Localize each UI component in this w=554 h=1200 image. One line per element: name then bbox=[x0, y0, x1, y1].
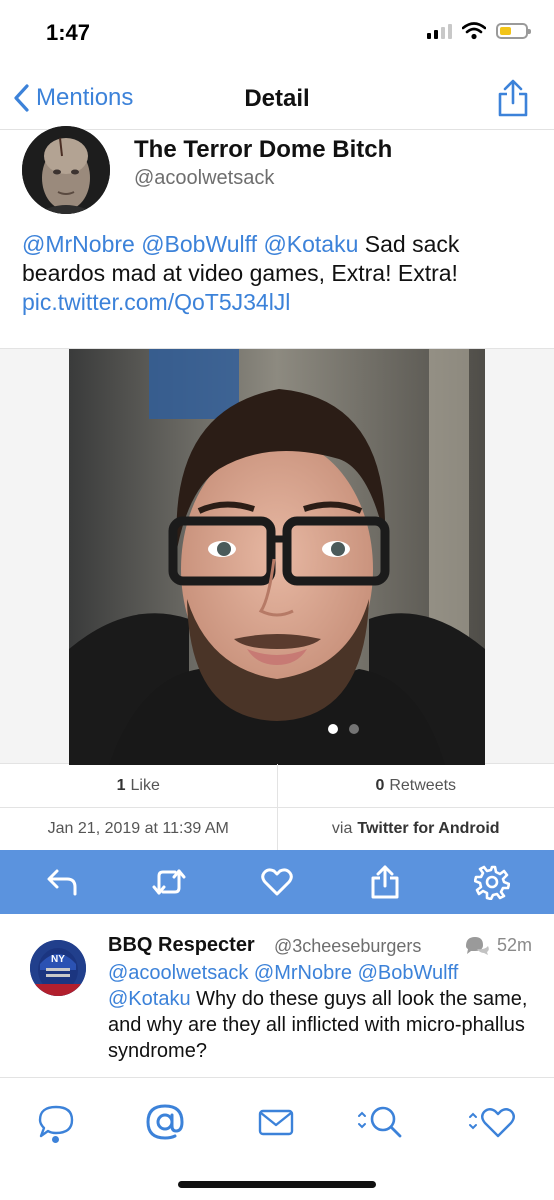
avatar[interactable]: NY bbox=[30, 940, 86, 996]
battery-icon bbox=[496, 23, 531, 39]
likes-stat[interactable]: 1 Like bbox=[0, 764, 278, 807]
nav-bar: Mentions Detail bbox=[0, 70, 554, 130]
action-bar bbox=[0, 850, 554, 914]
media-page-indicator[interactable] bbox=[328, 724, 359, 734]
retweets-count: 0 bbox=[375, 776, 385, 794]
like-button[interactable] bbox=[250, 855, 304, 909]
reply-time: 52m bbox=[463, 934, 532, 956]
gear-icon bbox=[474, 865, 511, 900]
status-icons bbox=[427, 22, 531, 40]
tweet-text: @MrNobre @BobWulff @Kotaku Sad sack bear… bbox=[22, 230, 522, 317]
likes-icon bbox=[469, 1108, 515, 1138]
reply-button[interactable] bbox=[35, 855, 89, 909]
home-indicator[interactable] bbox=[178, 1181, 376, 1188]
tab-messages[interactable] bbox=[246, 1092, 306, 1152]
tab-bar bbox=[0, 1078, 554, 1200]
client-info[interactable]: via Twitter for Android bbox=[278, 808, 554, 850]
handle[interactable]: @acoolwetsack bbox=[134, 167, 274, 190]
signal-icon bbox=[427, 23, 452, 39]
retweet-button[interactable] bbox=[142, 855, 196, 909]
status-bar: 1:47 bbox=[0, 0, 554, 70]
mention-link[interactable]: @MrNobre bbox=[22, 231, 135, 257]
mention-link[interactable]: @Kotaku bbox=[263, 231, 358, 257]
page-dot-active[interactable] bbox=[328, 724, 338, 734]
timestamp: Jan 21, 2019 at 11:39 AM bbox=[0, 808, 278, 850]
tweet-photo[interactable] bbox=[69, 349, 485, 765]
tweet-body: beardos mad at video games, Extra! Extra… bbox=[22, 260, 458, 286]
likes-count: 1 bbox=[116, 776, 126, 794]
reply-tweet[interactable]: NY BBQ Respecter @3cheeseburgers 52m @ac… bbox=[0, 914, 554, 1078]
tab-timeline[interactable] bbox=[26, 1092, 86, 1152]
mentions-icon bbox=[146, 1104, 184, 1140]
mention-link[interactable]: @acoolwetsack @MrNobre @BobWulff bbox=[108, 962, 458, 984]
settings-button[interactable] bbox=[465, 855, 519, 909]
stats-row: 1 Like 0 Retweets bbox=[0, 764, 554, 808]
timeline-icon bbox=[38, 1105, 74, 1138]
search-icon bbox=[358, 1106, 402, 1138]
meta-row: Jan 21, 2019 at 11:39 AM via Twitter for… bbox=[0, 808, 554, 850]
share-icon bbox=[371, 865, 399, 899]
timestamp-text: Jan 21, 2019 at 11:39 AM bbox=[47, 820, 229, 837]
reply-display-name[interactable]: BBQ Respecter bbox=[108, 934, 255, 957]
reply-text: @acoolwetsack @MrNobre @BobWulff @Kotaku… bbox=[108, 960, 528, 1064]
conversation-icon bbox=[465, 937, 489, 955]
likes-label: Like bbox=[130, 776, 160, 794]
reply-time-text: 52m bbox=[496, 934, 532, 955]
avatar[interactable] bbox=[22, 126, 110, 214]
page-title: Detail bbox=[244, 85, 310, 112]
display-name[interactable]: The Terror Dome Bitch bbox=[134, 136, 392, 164]
page-dot[interactable] bbox=[349, 724, 359, 734]
messages-icon bbox=[258, 1109, 294, 1136]
reply-handle[interactable]: @3cheeseburgers bbox=[274, 936, 421, 957]
mention-link[interactable]: @BobWulff bbox=[141, 231, 257, 257]
retweets-stat[interactable]: 0 Retweets bbox=[278, 764, 554, 807]
svg-text:NY: NY bbox=[51, 954, 65, 965]
wifi-icon bbox=[462, 22, 486, 40]
share-icon bbox=[498, 79, 528, 117]
tab-search[interactable] bbox=[350, 1092, 410, 1152]
status-time: 1:47 bbox=[46, 20, 91, 45]
heart-icon bbox=[261, 868, 293, 896]
client-name: Twitter for Android bbox=[357, 820, 500, 837]
mention-link[interactable]: @Kotaku bbox=[108, 988, 191, 1010]
tab-likes[interactable] bbox=[462, 1092, 522, 1152]
media-container bbox=[0, 348, 554, 765]
media-link[interactable]: pic.twitter.com/QoT5J34lJl bbox=[22, 289, 290, 315]
tweet-body: Sad sack bbox=[364, 231, 460, 257]
share-tweet-button[interactable] bbox=[358, 855, 412, 909]
retweets-label: Retweets bbox=[389, 776, 457, 794]
retweet-icon bbox=[152, 869, 186, 895]
via-label: via bbox=[331, 820, 353, 837]
share-button[interactable] bbox=[496, 78, 530, 123]
reply-icon bbox=[47, 869, 77, 896]
unread-indicator bbox=[52, 1136, 59, 1143]
tab-mentions[interactable] bbox=[135, 1092, 195, 1152]
